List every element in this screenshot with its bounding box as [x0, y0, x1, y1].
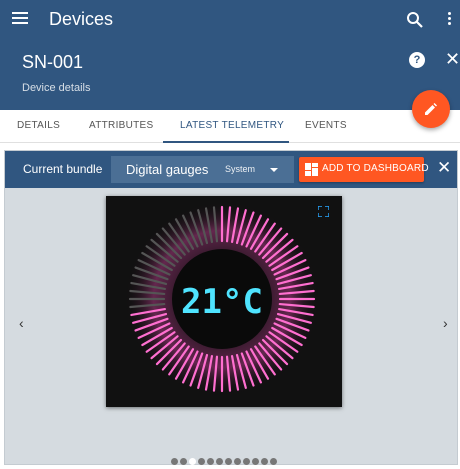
edit-fab-button[interactable]: [412, 90, 450, 128]
tab-details[interactable]: DETAILS: [17, 120, 60, 131]
bundle-scope-label: System: [225, 164, 256, 174]
device-name: SN-001: [22, 52, 84, 72]
bundle-select-value: Digital gauges: [126, 162, 209, 177]
menu-icon[interactable]: [12, 12, 28, 26]
search-icon[interactable]: [406, 11, 424, 29]
app-title: Devices: [49, 9, 114, 29]
add-to-dashboard-label: ADD TO DASHBOARD: [322, 163, 429, 174]
carousel-dot[interactable]: [261, 458, 268, 465]
tab-bar: DETAILS ATTRIBUTES LATEST TELEMETRY EVEN…: [0, 110, 460, 143]
dashboard-grid-icon: [305, 163, 318, 176]
carousel-dot[interactable]: [207, 458, 214, 465]
digital-gauge: 21°C: [124, 201, 320, 397]
more-vert-icon[interactable]: [446, 12, 452, 28]
carousel-dot[interactable]: [171, 458, 178, 465]
carousel-dot[interactable]: [216, 458, 223, 465]
bundle-toolbar: Current bundle Digital gauges System ADD…: [5, 151, 457, 188]
bundle-select[interactable]: Digital gauges System: [111, 156, 294, 183]
device-subtitle: Device details: [22, 82, 91, 94]
tab-attributes[interactable]: ATTRIBUTES: [89, 120, 153, 131]
active-tab-indicator: [163, 141, 289, 143]
carousel-dot[interactable]: [180, 458, 187, 465]
chevron-right-icon[interactable]: ›: [443, 315, 448, 331]
carousel-dot[interactable]: [243, 458, 250, 465]
carousel-pagination: [171, 452, 279, 465]
chevron-left-icon[interactable]: ‹: [19, 315, 24, 331]
gauge-value: 21°C: [181, 282, 263, 322]
tab-events[interactable]: EVENTS: [305, 120, 347, 131]
tab-latest-telemetry[interactable]: LATEST TELEMETRY: [180, 120, 284, 131]
carousel-dot[interactable]: [234, 458, 241, 465]
widget-preview[interactable]: 21°C: [106, 196, 342, 407]
current-bundle-label: Current bundle: [23, 162, 103, 176]
carousel-dot[interactable]: [270, 458, 277, 465]
help-icon[interactable]: ?: [409, 52, 425, 68]
top-app-bar: Devices: [0, 0, 460, 40]
fullscreen-icon[interactable]: [318, 206, 329, 217]
close-bundle-icon[interactable]: ✕: [437, 158, 451, 178]
add-to-dashboard-button[interactable]: ADD TO DASHBOARD: [299, 157, 429, 182]
pencil-icon: [425, 103, 437, 115]
carousel-dot[interactable]: [189, 458, 196, 465]
dropdown-caret-icon: [270, 168, 278, 172]
carousel-dot[interactable]: [225, 458, 232, 465]
widgets-bundle-panel: Current bundle Digital gauges System ADD…: [4, 150, 458, 465]
device-header: SN-001 Device details ? ✕: [0, 40, 460, 110]
carousel-dot[interactable]: [252, 458, 259, 465]
carousel-dot[interactable]: [198, 458, 205, 465]
close-icon[interactable]: ✕: [445, 49, 460, 69]
